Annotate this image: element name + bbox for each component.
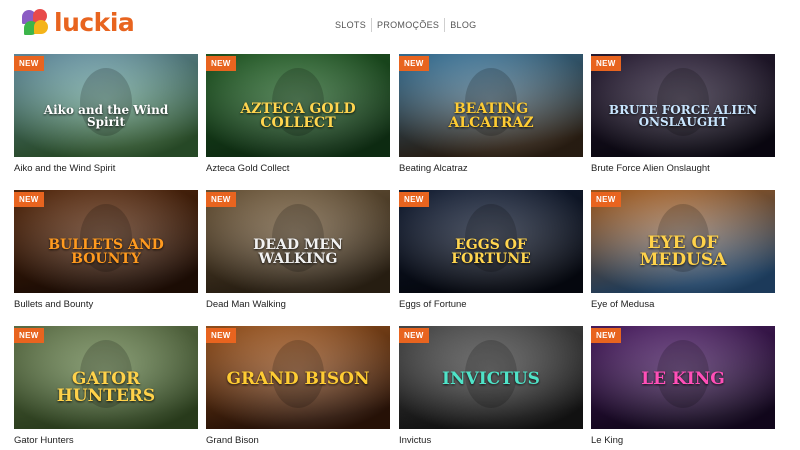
game-title[interactable]: Azteca Gold Collect <box>206 163 390 175</box>
game-card[interactable]: GRAND BISON NEW Grand Bison <box>206 326 390 447</box>
game-title[interactable]: Invictus <box>399 435 583 447</box>
game-art-title: Aiko and the Wind Spirit <box>43 103 169 129</box>
game-card[interactable]: EYE OF MEDUSA NEW Eye of Medusa <box>591 190 775 311</box>
game-card[interactable]: EGGS OF FORTUNE NEW Eggs of Fortune <box>399 190 583 311</box>
game-card[interactable]: Aiko and the Wind Spirit NEW Aiko and the … <box>14 54 198 175</box>
game-card[interactable]: GATOR HUNTERS NEW Gator Hunters <box>14 326 198 447</box>
game-art-title: DEAD MEN WALKING <box>253 237 343 267</box>
site-header: luckia SLOTS PROMOÇÕES BLOG <box>0 0 800 50</box>
game-art-title: EYE OF MEDUSA <box>639 233 727 270</box>
game-art-title: GRAND BISON <box>226 369 370 389</box>
game-thumbnail[interactable]: BRUTE FORCE ALIEN ONSLAUGHT NEW <box>591 54 775 157</box>
nav-promocoes[interactable]: PROMOÇÕES <box>372 16 444 34</box>
game-card[interactable]: DEAD MEN WALKING NEW Dead Man Walking <box>206 190 390 311</box>
game-thumbnail[interactable]: GATOR HUNTERS NEW <box>14 326 198 429</box>
game-thumbnail[interactable]: AZTECA GOLD COLLECT NEW <box>206 54 390 157</box>
logo-text: luckia <box>54 8 135 37</box>
game-art-title: LE KING <box>641 369 725 389</box>
game-thumbnail[interactable]: DEAD MEN WALKING NEW <box>206 190 390 293</box>
game-title[interactable]: Eye of Medusa <box>591 299 775 311</box>
new-badge: NEW <box>14 328 44 343</box>
clover-logo-icon <box>20 8 52 38</box>
new-badge: NEW <box>591 328 621 343</box>
game-title[interactable]: Gator Hunters <box>14 435 198 447</box>
game-title[interactable]: Beating Alcatraz <box>399 163 583 175</box>
game-art-title: EGGS OF FORTUNE <box>451 237 531 267</box>
game-card[interactable]: BRUTE FORCE ALIEN ONSLAUGHT NEW Brute Forc… <box>591 54 775 175</box>
new-badge: NEW <box>591 192 621 207</box>
game-title[interactable]: Brute Force Alien Onslaught <box>591 163 775 175</box>
game-thumbnail[interactable]: GRAND BISON NEW <box>206 326 390 429</box>
game-thumbnail[interactable]: LE KING NEW <box>591 326 775 429</box>
game-thumbnail[interactable]: BULLETS AND BOUNTY NEW <box>14 190 198 293</box>
new-badge: NEW <box>591 56 621 71</box>
main-nav: SLOTS PROMOÇÕES BLOG <box>330 16 481 34</box>
game-thumbnail[interactable]: EGGS OF FORTUNE NEW <box>399 190 583 293</box>
nav-slots[interactable]: SLOTS <box>330 16 371 34</box>
new-badge: NEW <box>399 328 429 343</box>
new-badge: NEW <box>206 56 236 71</box>
game-title[interactable]: Dead Man Walking <box>206 299 390 311</box>
luckia-logo[interactable]: luckia <box>20 8 135 38</box>
game-thumbnail[interactable]: EYE OF MEDUSA NEW <box>591 190 775 293</box>
game-thumbnail[interactable]: BEATING ALCATRAZ NEW <box>399 54 583 157</box>
game-title[interactable]: Eggs of Fortune <box>399 299 583 311</box>
game-thumbnail[interactable]: INVICTUS NEW <box>399 326 583 429</box>
game-card[interactable]: INVICTUS NEW Invictus <box>399 326 583 447</box>
game-art-title: GATOR HUNTERS <box>56 369 156 406</box>
game-title[interactable]: Le King <box>591 435 775 447</box>
game-card[interactable]: LE KING NEW Le King <box>591 326 775 447</box>
game-card[interactable]: BULLETS AND BOUNTY NEW Bullets and Bounty <box>14 190 198 311</box>
game-title[interactable]: Grand Bison <box>206 435 390 447</box>
game-thumbnail[interactable]: Aiko and the Wind Spirit NEW <box>14 54 198 157</box>
game-card[interactable]: AZTECA GOLD COLLECT NEW Azteca Gold Collec… <box>206 54 390 175</box>
game-art-title: INVICTUS <box>442 369 540 389</box>
new-badge: NEW <box>14 192 44 207</box>
game-card[interactable]: BEATING ALCATRAZ NEW Beating Alcatraz <box>399 54 583 175</box>
new-badge: NEW <box>14 56 44 71</box>
game-title[interactable]: Bullets and Bounty <box>14 299 198 311</box>
new-badge: NEW <box>399 56 429 71</box>
new-badge: NEW <box>206 192 236 207</box>
nav-blog[interactable]: BLOG <box>445 16 481 34</box>
game-art-title: BEATING ALCATRAZ <box>448 101 534 131</box>
game-art-title: BRUTE FORCE ALIEN ONSLAUGHT <box>608 103 758 129</box>
game-title[interactable]: Aiko and the Wind Spirit <box>14 163 198 175</box>
game-art-title: BULLETS AND BOUNTY <box>48 237 164 267</box>
new-badge: NEW <box>399 192 429 207</box>
game-art-title: AZTECA GOLD COLLECT <box>240 101 356 131</box>
new-badge: NEW <box>206 328 236 343</box>
